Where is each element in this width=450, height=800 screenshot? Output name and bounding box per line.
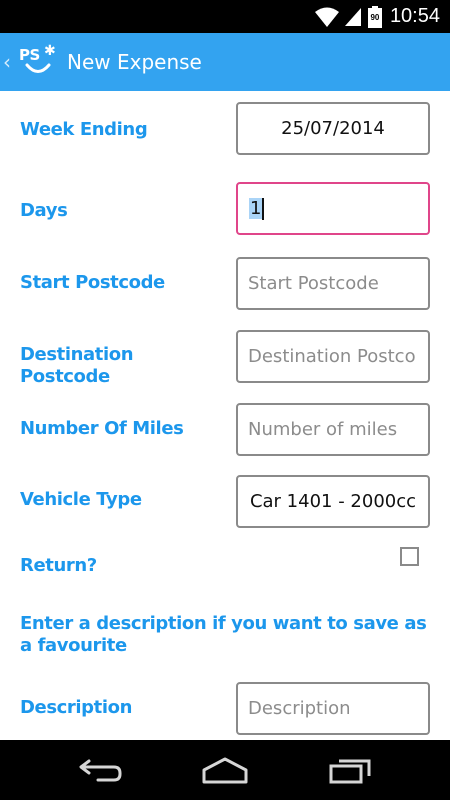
text-caret: [262, 197, 265, 220]
destination-postcode-label: Destination Postcode: [20, 344, 134, 388]
destination-postcode-input[interactable]: Destination Postco: [236, 330, 430, 383]
destination-postcode-label-line1: Destination: [20, 344, 134, 365]
battery-level: 90: [370, 12, 380, 22]
vehicle-type-label: Vehicle Type: [20, 489, 142, 510]
days-input[interactable]: 1: [236, 182, 430, 235]
favourite-hint: Enter a description if you want to save …: [20, 613, 427, 657]
number-of-miles-input[interactable]: Number of miles: [236, 403, 430, 456]
favourite-hint-line1: Enter a description if you want to save …: [20, 613, 427, 634]
recent-apps-icon[interactable]: [327, 756, 373, 784]
days-input-value: 1: [249, 198, 263, 219]
status-icons: 90 10:54: [314, 0, 450, 33]
status-time: 10:54: [389, 5, 440, 27]
home-icon[interactable]: [200, 756, 250, 784]
navigation-bar: [0, 740, 450, 800]
battery-icon: 90: [367, 5, 382, 28]
return-label: Return?: [20, 555, 97, 576]
expense-form: Week Ending 25/07/2014 Days 1 Start Post…: [0, 91, 450, 740]
favourite-hint-line2: a favourite: [20, 635, 127, 656]
week-ending-field[interactable]: 25/07/2014: [236, 102, 430, 155]
wifi-icon: [314, 6, 340, 28]
smile-icon: [25, 61, 51, 80]
start-postcode-label: Start Postcode: [20, 272, 165, 293]
return-checkbox[interactable]: [400, 547, 419, 566]
description-label: Description: [20, 697, 133, 718]
vehicle-type-select[interactable]: Car 1401 - 2000cc: [236, 475, 430, 528]
status-bar: 90 10:54: [0, 0, 450, 33]
signal-icon: [344, 7, 362, 27]
page-title: New Expense: [67, 50, 202, 74]
app-logo[interactable]: PS ✱: [17, 42, 59, 82]
days-label: Days: [20, 200, 68, 221]
week-ending-label: Week Ending: [20, 119, 148, 140]
app-bar: ‹ PS ✱ New Expense: [0, 33, 450, 91]
description-input[interactable]: Description: [236, 682, 430, 735]
star-icon: ✱: [44, 43, 56, 59]
up-navigation-chevron-icon[interactable]: ‹: [3, 50, 15, 74]
back-icon[interactable]: [76, 758, 124, 782]
number-of-miles-label: Number Of Miles: [20, 418, 184, 439]
start-postcode-input[interactable]: Start Postcode: [236, 257, 430, 310]
destination-postcode-label-line2: Postcode: [20, 366, 110, 387]
